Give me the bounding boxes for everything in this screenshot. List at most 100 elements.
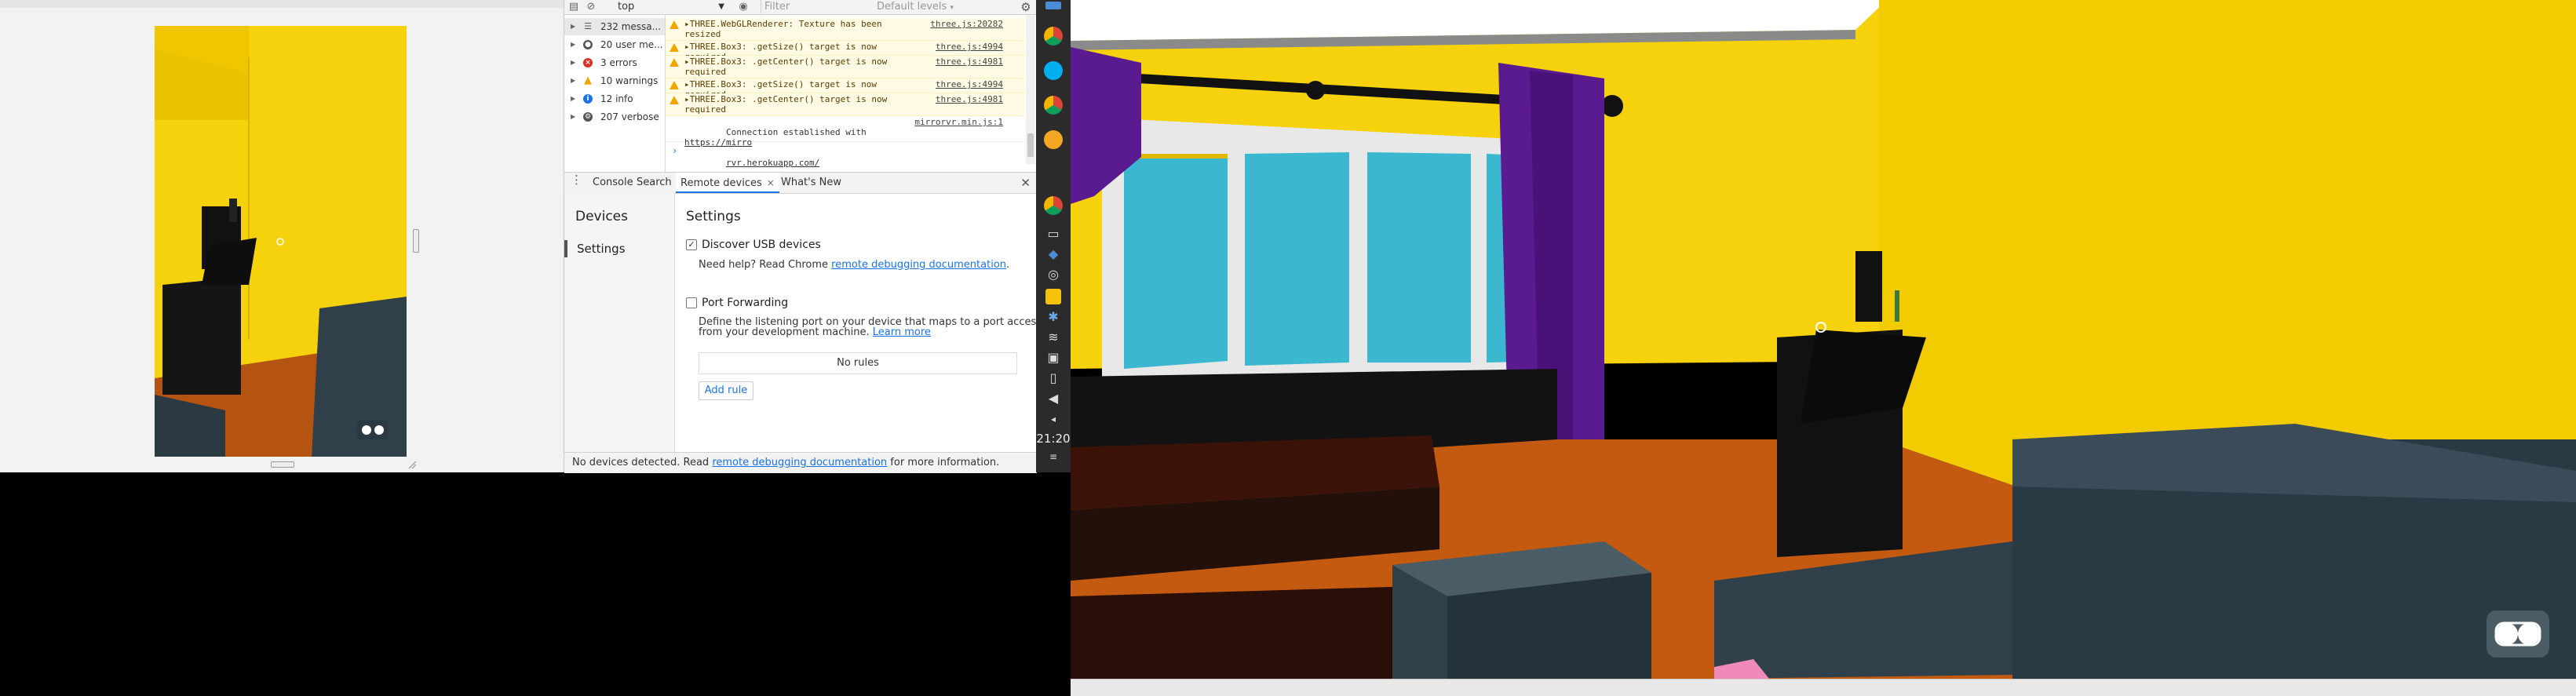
bluetooth-icon[interactable]: ✱ bbox=[1042, 309, 1064, 325]
vr-scene-viewport[interactable] bbox=[1071, 0, 2576, 679]
more-menu-icon[interactable]: ⋮ bbox=[571, 173, 582, 187]
close-icon[interactable]: × bbox=[767, 177, 775, 188]
sidebar-item-errors[interactable]: ▶ × 3 errors bbox=[564, 54, 665, 71]
list-icon: ☰ bbox=[584, 21, 592, 31]
warning-icon bbox=[669, 95, 680, 105]
message-prefix: Connection established with bbox=[725, 127, 872, 137]
console-message[interactable]: ▸THREE.Box3: .getCenter() target is now … bbox=[666, 56, 1025, 78]
tab-search[interactable]: Search bbox=[632, 173, 677, 193]
discover-usb-checkbox[interactable]: ✓ bbox=[686, 239, 697, 250]
port-forwarding-checkbox[interactable] bbox=[686, 297, 697, 308]
console-sidebar: ▶ ☰ 232 messa... ▶ ● 20 user me... ▶ × 3… bbox=[564, 15, 666, 172]
cardboard-vr-icon[interactable] bbox=[357, 421, 389, 439]
console-message[interactable]: ▸THREE.Box3: .getSize() target is now re… bbox=[666, 78, 1025, 100]
console-scrollbar-thumb[interactable] bbox=[1027, 133, 1034, 157]
port-forwarding-label[interactable]: Port Forwarding bbox=[702, 297, 788, 309]
warning-icon bbox=[669, 57, 680, 67]
sidebar-toggle-icon[interactable]: ▤ bbox=[567, 1, 580, 13]
volume-icon[interactable]: ◀ bbox=[1042, 391, 1064, 406]
network-icon[interactable]: ◎ bbox=[1042, 267, 1064, 282]
sidebar-item-user-messages[interactable]: ▶ ● 20 user me... bbox=[564, 36, 665, 53]
message-text: Connection established with https://mirr… bbox=[684, 117, 920, 178]
message-source-link[interactable]: three.js:4981 bbox=[936, 56, 1003, 67]
sidebar-item-info[interactable]: ▶ i 12 info bbox=[564, 90, 665, 107]
sidebar-item-verbose[interactable]: ▶ ⚙ 207 verbose bbox=[564, 108, 665, 126]
resize-corner-icon[interactable] bbox=[407, 457, 417, 469]
status-docs-link[interactable]: remote debugging documentation bbox=[712, 457, 887, 468]
skype-icon[interactable] bbox=[1044, 61, 1063, 80]
room-scene bbox=[1071, 0, 2576, 679]
chrome-icon[interactable] bbox=[1044, 27, 1063, 46]
levels-select[interactable]: Default levels ▾ bbox=[877, 0, 963, 13]
console-message[interactable]: ▸THREE.WebGLRenderer: Texture has been r… bbox=[666, 18, 1025, 49]
eye-icon[interactable]: ◉ bbox=[737, 1, 750, 13]
port-desc-prefix: from your development machine. bbox=[699, 326, 873, 338]
tab-console[interactable]: Console bbox=[588, 173, 638, 193]
remote-debugging-docs-link[interactable]: remote debugging documentation bbox=[831, 259, 1006, 271]
tab-whats-new[interactable]: What's New bbox=[776, 173, 846, 193]
sidebar-item-label: 3 errors bbox=[600, 57, 637, 68]
verbose-icon: ⚙ bbox=[583, 112, 593, 122]
sidebar-item-label: Settings bbox=[577, 242, 626, 256]
message-text: ▸THREE.Box3: .getCenter() target is now … bbox=[684, 94, 888, 115]
clock[interactable]: 21:20 bbox=[1036, 432, 1071, 446]
close-drawer-icon[interactable]: ✕ bbox=[1020, 173, 1031, 193]
device-viewport[interactable] bbox=[155, 26, 407, 457]
filter-input[interactable]: Filter bbox=[761, 0, 859, 13]
message-source-link[interactable]: three.js:4994 bbox=[936, 79, 1003, 89]
cardboard-vr-icon[interactable] bbox=[2487, 610, 2549, 658]
sidebar-item-label: 10 warnings bbox=[600, 75, 659, 86]
message-source-link[interactable]: three.js:4994 bbox=[936, 42, 1003, 52]
remote-status-bar: No devices detected. Read remote debuggi… bbox=[564, 452, 1037, 473]
context-select[interactable]: top ▼ bbox=[618, 0, 728, 13]
message-source-link[interactable]: mirrorvr.min.js:1 bbox=[914, 117, 1003, 127]
message-link[interactable]: https://mirro bbox=[684, 137, 752, 148]
app-icon[interactable] bbox=[1044, 130, 1063, 149]
console-messages: ▸THREE.WebGLRenderer: Texture has been r… bbox=[666, 15, 1037, 172]
sidebar-item-settings[interactable]: Settings bbox=[564, 237, 674, 261]
drawer-tabs: ⋮ Console Search Remote devices × What's … bbox=[564, 172, 1037, 194]
error-icon: × bbox=[583, 58, 593, 67]
selection-indicator bbox=[564, 240, 567, 257]
message-link-continued[interactable]: rvr.herokuapp.com/ bbox=[726, 158, 819, 168]
add-rule-button[interactable]: Add rule bbox=[699, 381, 753, 400]
console-message[interactable]: ▸THREE.Box3: .getCenter() target is now … bbox=[666, 93, 1025, 116]
sidebar-item-messages[interactable]: ▶ ☰ 232 messa... bbox=[564, 18, 665, 35]
chrome-icon[interactable] bbox=[1044, 96, 1063, 115]
message-source-link[interactable]: three.js:4981 bbox=[936, 94, 1003, 104]
port-forwarding-description-2: from your development machine. Learn mor… bbox=[699, 326, 931, 338]
clear-console-icon[interactable]: ⊘ bbox=[585, 1, 597, 13]
gear-icon[interactable]: ⚙ bbox=[1020, 1, 1032, 13]
console-prompt-icon[interactable]: › bbox=[672, 145, 677, 156]
notes-icon[interactable] bbox=[1045, 289, 1061, 304]
message-text: ▸THREE.Box3: .getCenter() target is now … bbox=[684, 56, 888, 77]
wifi-icon[interactable]: ≋ bbox=[1042, 330, 1064, 345]
menu-icon[interactable]: ≡ bbox=[1042, 449, 1064, 465]
tab-remote-devices[interactable]: Remote devices × bbox=[676, 173, 779, 193]
resize-handle-side[interactable] bbox=[413, 229, 419, 253]
tab-label: Remote devices bbox=[680, 177, 762, 189]
settings-title: Settings bbox=[686, 209, 741, 224]
discover-usb-label[interactable]: Discover USB devices bbox=[702, 239, 821, 251]
chrome-icon[interactable] bbox=[1044, 196, 1063, 215]
sidebar-item-label: 20 user me... bbox=[600, 39, 663, 50]
app-icon[interactable] bbox=[1045, 2, 1061, 9]
message-source-link[interactable]: three.js:20282 bbox=[930, 19, 1003, 29]
learn-more-link[interactable]: Learn more bbox=[873, 326, 931, 338]
arrow-icon[interactable]: ◂ bbox=[1042, 411, 1064, 427]
sidebar-item-warnings[interactable]: ▶ ▲ 10 warnings bbox=[564, 72, 665, 89]
battery-icon[interactable]: ▯ bbox=[1042, 370, 1064, 386]
sidebar-item-label: 207 verbose bbox=[600, 111, 659, 122]
console-message[interactable]: ▸THREE.Box3: .getSize() target is now re… bbox=[666, 41, 1025, 62]
warning-icon bbox=[669, 20, 680, 30]
console-message[interactable]: Connection established with https://mirr… bbox=[666, 116, 1025, 168]
clipboard-icon[interactable]: ▣ bbox=[1042, 350, 1064, 366]
chevron-down-icon: ▾ bbox=[950, 4, 954, 12]
warning-icon bbox=[669, 42, 680, 53]
device-scene bbox=[155, 26, 407, 457]
help-suffix: . bbox=[1006, 259, 1010, 271]
resize-handle-bottom[interactable] bbox=[271, 461, 294, 468]
window-icon[interactable]: ▭ bbox=[1042, 226, 1064, 242]
dropbox-icon[interactable]: ◆ bbox=[1042, 246, 1064, 262]
levels-label: Default levels bbox=[877, 1, 947, 13]
